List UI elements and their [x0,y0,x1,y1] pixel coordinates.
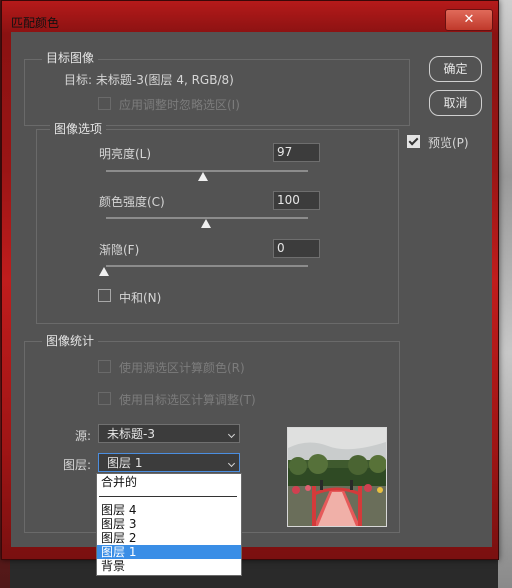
ignore-selection-label: 应用调整时忽略选区(I) [119,98,240,112]
background-right [498,0,512,588]
source-select-value: 未标题-3 [107,427,155,441]
luminance-label: 明亮度(L) [99,147,152,161]
dropdown-item-layer-3[interactable]: 图层 3 [97,517,241,531]
neutralize-checkbox[interactable] [98,289,111,302]
fade-input[interactable]: 0 [273,239,320,258]
target-info-text: 目标: 未标题-3(图层 4, RGB/8) [64,73,234,87]
luminance-input[interactable]: 97 [273,143,320,162]
cancel-button[interactable]: 取消 [429,90,482,116]
color-intensity-slider-thumb[interactable] [201,219,211,228]
use-source-selection-checkbox[interactable] [98,360,111,373]
neutralize-label: 中和(N) [119,291,162,305]
use-target-selection-label: 使用目标选区计算调整(T) [119,393,256,407]
image-statistics-group-title: 图像统计 [42,332,99,349]
luminance-slider-thumb[interactable] [198,172,208,181]
dialog-window: 匹配颜色 ✕ 目标图像 目标: 未标题-3(图层 4, RGB/8) 应用调整时… [1,0,499,560]
chevron-down-icon [227,459,236,468]
fade-slider-track[interactable] [106,265,308,267]
ignore-selection-checkbox[interactable] [98,97,111,110]
source-image-thumbnail [287,427,387,527]
fade-label: 渐隐(F) [99,243,140,257]
layer-label: 图层: [63,458,92,472]
fade-slider-thumb[interactable] [99,267,109,276]
color-intensity-input[interactable]: 100 [273,191,320,210]
chevron-down-icon [227,430,236,439]
dialog-body: 目标图像 目标: 未标题-3(图层 4, RGB/8) 应用调整时忽略选区(I)… [11,32,492,547]
close-button[interactable]: ✕ [445,9,493,31]
dropdown-item-layer-1[interactable]: 图层 1 [97,545,241,559]
target-image-group-title: 目标图像 [42,49,99,66]
window-title: 匹配颜色 [11,16,60,30]
dropdown-separator [99,496,237,497]
dropdown-item-background[interactable]: 背景 [97,559,241,573]
image-options-group-title: 图像选项 [50,120,107,137]
use-source-selection-label: 使用源选区计算颜色(R) [119,361,245,375]
preview-checkbox[interactable] [407,135,420,148]
layer-dropdown-list: 合并的 图层 4 图层 3 图层 2 图层 1 背景 [96,473,242,576]
source-label: 源: [75,429,92,443]
source-select[interactable]: 未标题-3 [98,424,240,443]
bridge-photo-image [288,428,386,526]
use-target-selection-checkbox[interactable] [98,392,111,405]
dropdown-item-merged[interactable]: 合并的 [97,475,241,489]
layer-select-value: 图层 1 [107,456,143,470]
preview-label: 预览(P) [428,136,469,150]
color-intensity-label: 颜色强度(C) [99,195,165,209]
target-image-group [24,59,410,126]
image-options-group [36,129,399,324]
layer-select[interactable]: 图层 1 [98,453,240,472]
ok-button[interactable]: 确定 [429,56,482,82]
dropdown-item-layer-4[interactable]: 图层 4 [97,503,241,517]
dropdown-item-layer-2[interactable]: 图层 2 [97,531,241,545]
